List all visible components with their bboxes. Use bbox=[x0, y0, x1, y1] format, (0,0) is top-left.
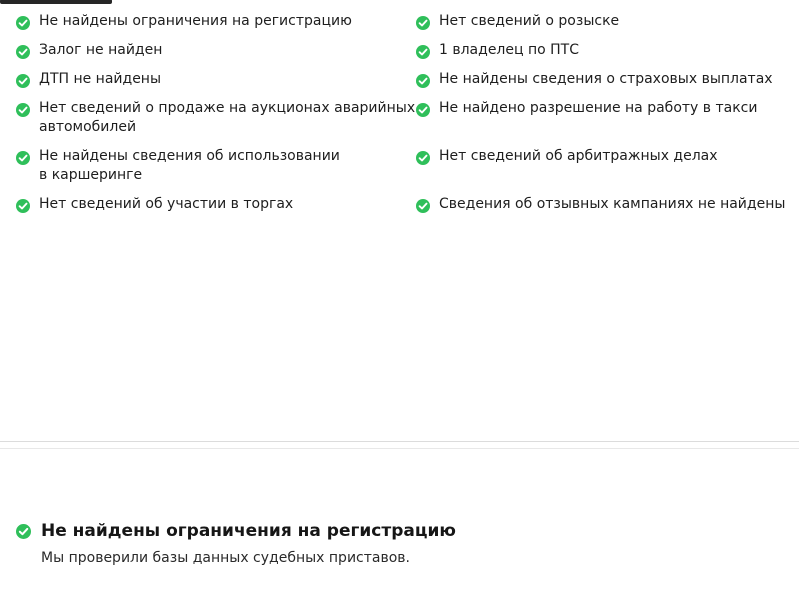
section-divider bbox=[0, 448, 799, 449]
section-divider bbox=[0, 441, 799, 442]
check-label: Не найдены сведения о страховых выплатах bbox=[439, 71, 773, 87]
check-item: Сведения об отзывных кампаниях не найден… bbox=[416, 195, 799, 214]
check-circle-icon bbox=[16, 151, 30, 165]
check-item: Нет сведений о розыске bbox=[416, 12, 799, 31]
check-item: Нет сведений о продаже на аукционах авар… bbox=[16, 99, 417, 136]
check-circle-icon bbox=[16, 74, 30, 88]
check-item: 1 владелец по ПТС bbox=[416, 41, 799, 60]
check-item: Не найдены сведения о страховых выплатах bbox=[416, 70, 799, 89]
check-circle-icon bbox=[416, 45, 430, 59]
check-label: Не найдены ограничения на регистрацию bbox=[39, 13, 352, 29]
check-circle-icon bbox=[416, 151, 430, 165]
check-label: Не найдено разрешение на работу в такси bbox=[439, 100, 758, 116]
check-item: Нет сведений об участии в торгах bbox=[16, 195, 429, 214]
check-label: Сведения об отзывных кампаниях не найден… bbox=[439, 196, 786, 212]
detail-section: Не найдены ограничения на регистрацию Мы… bbox=[16, 519, 786, 568]
detail-title-text: Не найдены ограничения на регистрацию bbox=[41, 521, 456, 541]
check-item: Не найдены ограничения на регистрацию bbox=[16, 12, 429, 31]
check-item: Залог не найден bbox=[16, 41, 429, 60]
report-page: Не найдены ограничения на регистрацию За… bbox=[0, 0, 799, 600]
check-circle-icon bbox=[16, 199, 30, 213]
check-circle-icon bbox=[416, 199, 430, 213]
check-circle-icon bbox=[16, 103, 30, 117]
check-item: ДТП не найдены bbox=[16, 70, 429, 89]
check-label: Нет сведений об арбитражных делах bbox=[439, 148, 718, 164]
check-circle-icon bbox=[416, 103, 430, 117]
check-circle-icon bbox=[16, 45, 30, 59]
check-item: Не найдены сведения об использовании в к… bbox=[16, 147, 349, 184]
cut-off-heading bbox=[0, 0, 120, 4]
check-circle-icon bbox=[16, 16, 30, 30]
check-label: 1 владелец по ПТС bbox=[439, 42, 579, 58]
check-label: Нет сведений о продаже на аукционах авар… bbox=[39, 100, 416, 135]
check-label: Не найдены сведения об использовании в к… bbox=[39, 148, 340, 183]
detail-heading: Не найдены ограничения на регистрацию bbox=[16, 519, 786, 543]
check-label: Залог не найден bbox=[39, 42, 163, 58]
check-label: Нет сведений об участии в торгах bbox=[39, 196, 294, 212]
check-circle-icon bbox=[16, 524, 31, 539]
check-item: Не найдено разрешение на работу в такси bbox=[416, 99, 799, 118]
check-circle-icon bbox=[416, 74, 430, 88]
check-item: Нет сведений об арбитражных делах bbox=[416, 147, 799, 166]
check-label: Нет сведений о розыске bbox=[439, 13, 620, 29]
check-label: ДТП не найдены bbox=[39, 71, 162, 87]
check-circle-icon bbox=[416, 16, 430, 30]
detail-description: Мы проверили базы данных судебных приста… bbox=[41, 550, 410, 566]
